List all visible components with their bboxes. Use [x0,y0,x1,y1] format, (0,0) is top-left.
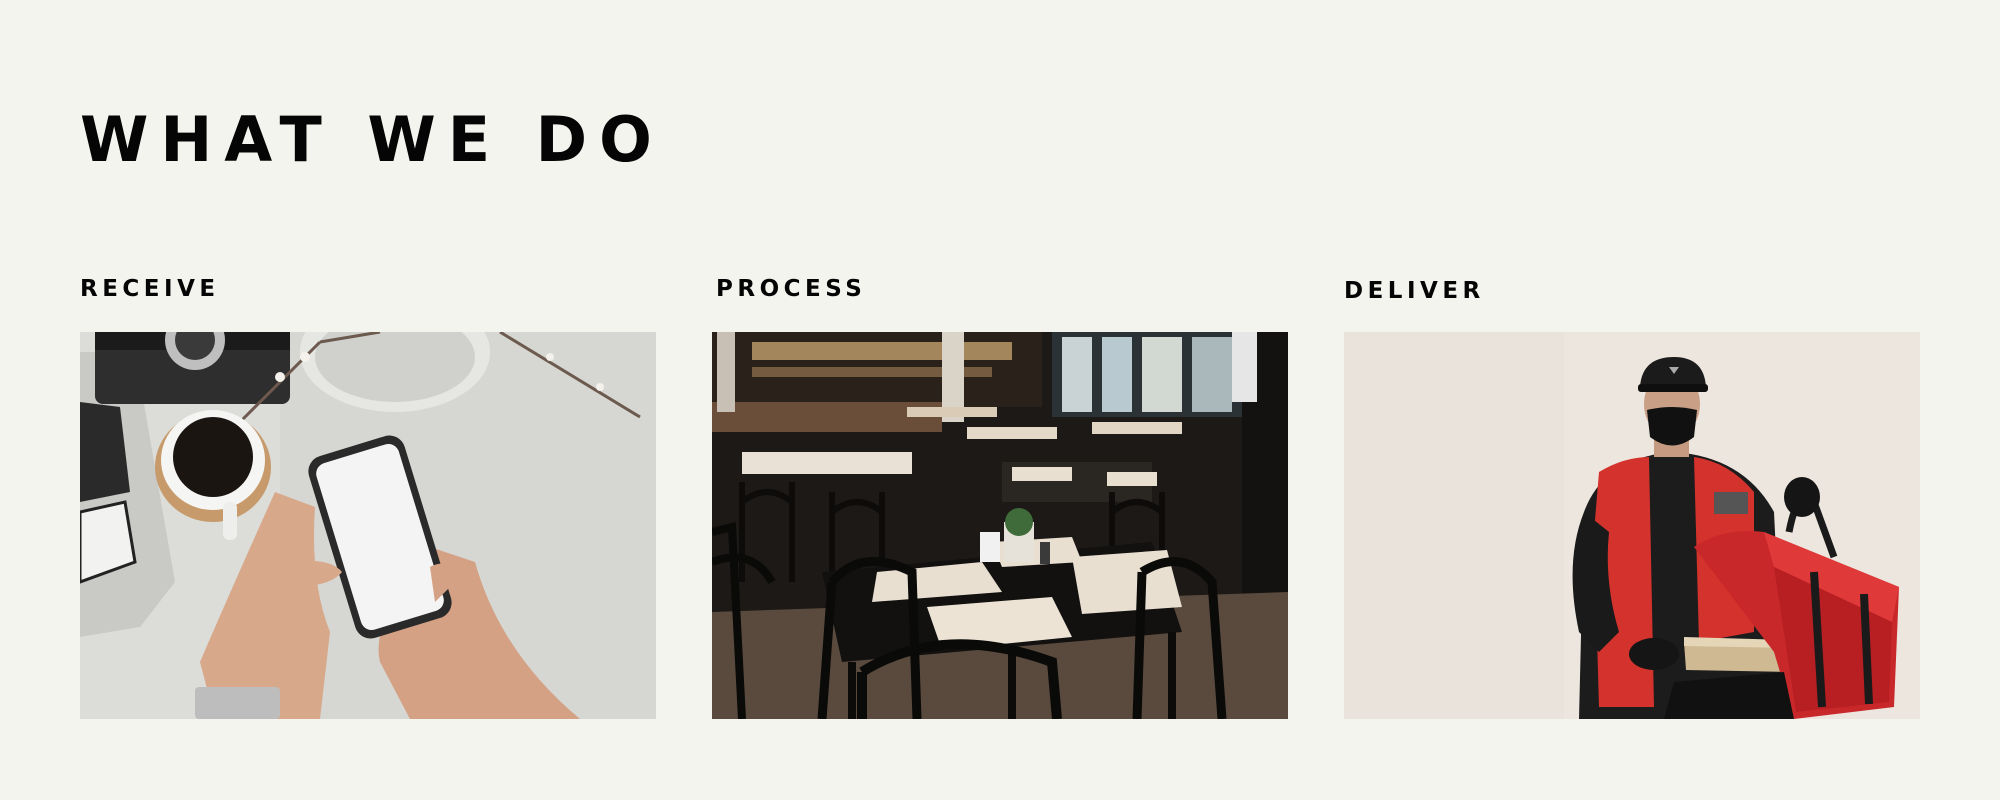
card-label-process: PROCESS [716,276,867,302]
card-image-deliver [1344,332,1920,719]
card-label-receive: RECEIVE [80,276,220,302]
card-image-receive [80,332,656,719]
what-we-do-section: WHAT WE DO RECEIVE PROCESS DELIVER [0,0,2000,800]
section-title: WHAT WE DO [80,103,664,176]
card-label-deliver: DELIVER [1344,278,1485,304]
card-image-process [712,332,1288,719]
